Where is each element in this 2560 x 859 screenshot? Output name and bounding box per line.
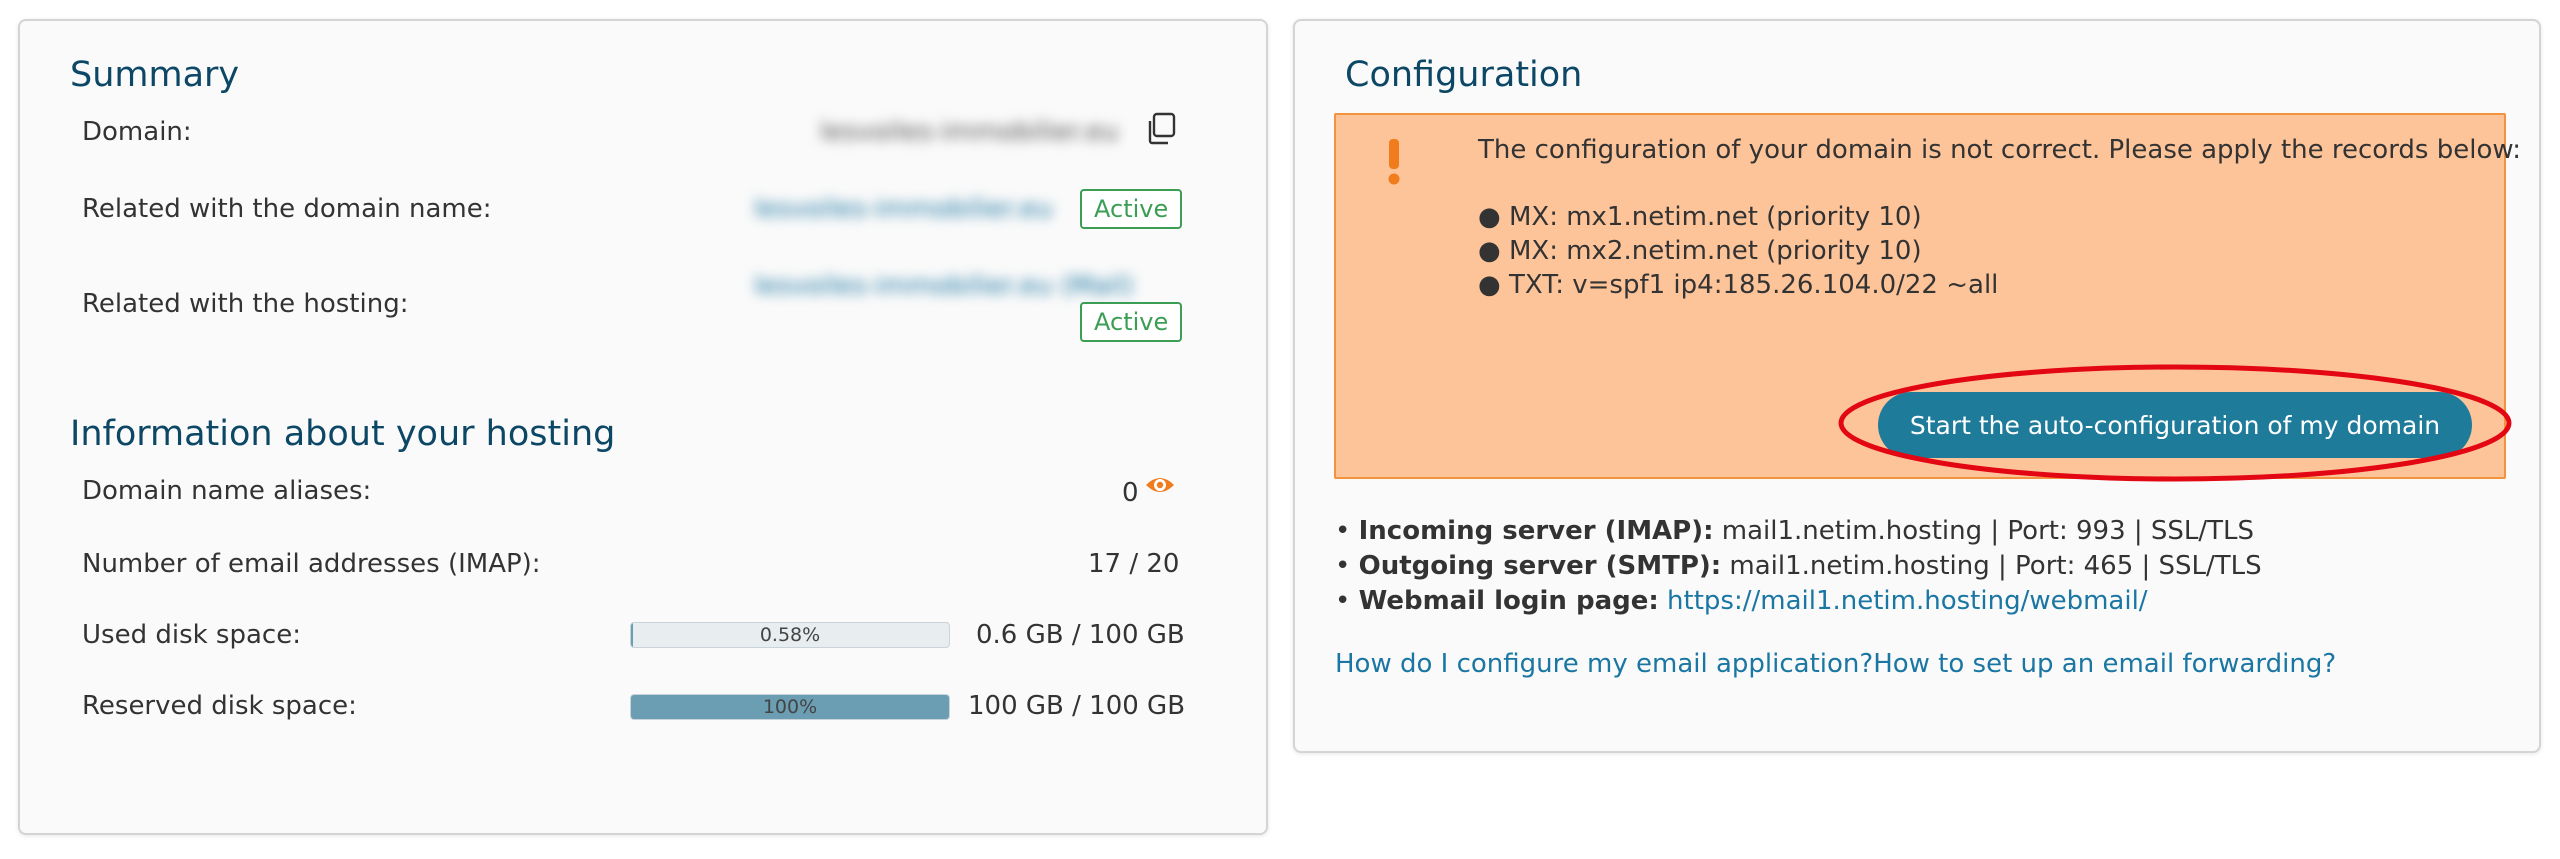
eye-icon[interactable] bbox=[1144, 473, 1176, 497]
dns-record-mx2: ● MX: mx2.netim.net (priority 10) bbox=[1478, 236, 1922, 266]
related-domain-label: Related with the domain name: bbox=[82, 194, 492, 224]
incoming-server-line: • Incoming server (IMAP): mail1.netim.ho… bbox=[1335, 516, 2254, 546]
webmail-link[interactable]: https://mail1.netim.hosting/webmail/ bbox=[1667, 586, 2148, 616]
reserved-disk-percent: 100% bbox=[762, 696, 818, 718]
email-count-value: 17 / 20 bbox=[1088, 549, 1180, 579]
related-hosting-link[interactable]: lesvoiles-immobilier.eu (Mail) bbox=[754, 271, 1180, 301]
related-domain-link[interactable]: lesvoiles-immobilier.eu bbox=[754, 194, 1052, 224]
email-count-label: Number of email addresses (IMAP): bbox=[82, 549, 541, 579]
email-forwarding-link[interactable]: How to set up an email forwarding? bbox=[1873, 649, 2336, 679]
aliases-value: 0 bbox=[1122, 478, 1139, 508]
exclamation-icon bbox=[1386, 137, 1402, 187]
alert-message: The configuration of your domain is not … bbox=[1478, 135, 2521, 165]
copy-icon[interactable] bbox=[1144, 111, 1180, 147]
reserved-disk-value: 100 GB / 100 GB bbox=[968, 691, 1186, 721]
aliases-label: Domain name aliases: bbox=[82, 476, 372, 506]
outgoing-server-value: mail1.netim.hosting | Port: 465 | SSL/TL… bbox=[1729, 551, 2262, 581]
webmail-label: Webmail login page: bbox=[1358, 586, 1659, 616]
reserved-disk-label: Reserved disk space: bbox=[82, 691, 357, 721]
outgoing-server-line: • Outgoing server (SMTP): mail1.netim.ho… bbox=[1335, 551, 2262, 581]
summary-panel: Summary Domain: lesvoiles-immobilier.eu … bbox=[18, 19, 1268, 835]
outgoing-server-label: Outgoing server (SMTP): bbox=[1358, 551, 1722, 581]
related-domain-status-badge: Active bbox=[1080, 189, 1183, 229]
used-disk-label: Used disk space: bbox=[82, 620, 301, 650]
reserved-disk-progress-bar: 100% bbox=[630, 694, 950, 720]
domain-label: Domain: bbox=[82, 117, 192, 147]
used-disk-progress-bar: 0.58% bbox=[630, 622, 950, 648]
email-app-config-link[interactable]: How do I configure my email application? bbox=[1335, 649, 1873, 679]
help-links: How do I configure my email application?… bbox=[1335, 649, 2336, 679]
auto-configuration-button[interactable]: Start the auto-configuration of my domai… bbox=[1878, 392, 2472, 458]
webmail-line: • Webmail login page: https://mail1.neti… bbox=[1335, 586, 2148, 616]
dns-record-txt: ● TXT: v=spf1 ip4:185.26.104.0/22 ~all bbox=[1478, 270, 1999, 300]
incoming-server-value: mail1.netim.hosting | Port: 993 | SSL/TL… bbox=[1721, 516, 2255, 546]
bullet: • bbox=[1335, 586, 1351, 616]
related-hosting-status-badge: Active bbox=[1080, 302, 1183, 342]
bullet: • bbox=[1335, 516, 1351, 546]
dns-record-mx1: ● MX: mx1.netim.net (priority 10) bbox=[1478, 202, 1922, 232]
incoming-server-label: Incoming server (IMAP): bbox=[1358, 516, 1714, 546]
configuration-warning-alert: The configuration of your domain is not … bbox=[1334, 113, 2521, 482]
configuration-title: Configuration bbox=[1345, 55, 1583, 95]
used-disk-percent: 0.58% bbox=[759, 624, 821, 646]
summary-title: Summary bbox=[70, 55, 240, 95]
used-disk-value: 0.6 GB / 100 GB bbox=[976, 620, 1185, 650]
configuration-panel: Configuration The configuration of your … bbox=[1293, 19, 2541, 753]
related-hosting-label: Related with the hosting: bbox=[82, 289, 409, 319]
bullet: • bbox=[1335, 551, 1351, 581]
domain-value: lesvoiles-immobilier.eu bbox=[820, 117, 1119, 147]
hosting-info-title: Information about your hosting bbox=[70, 414, 616, 454]
